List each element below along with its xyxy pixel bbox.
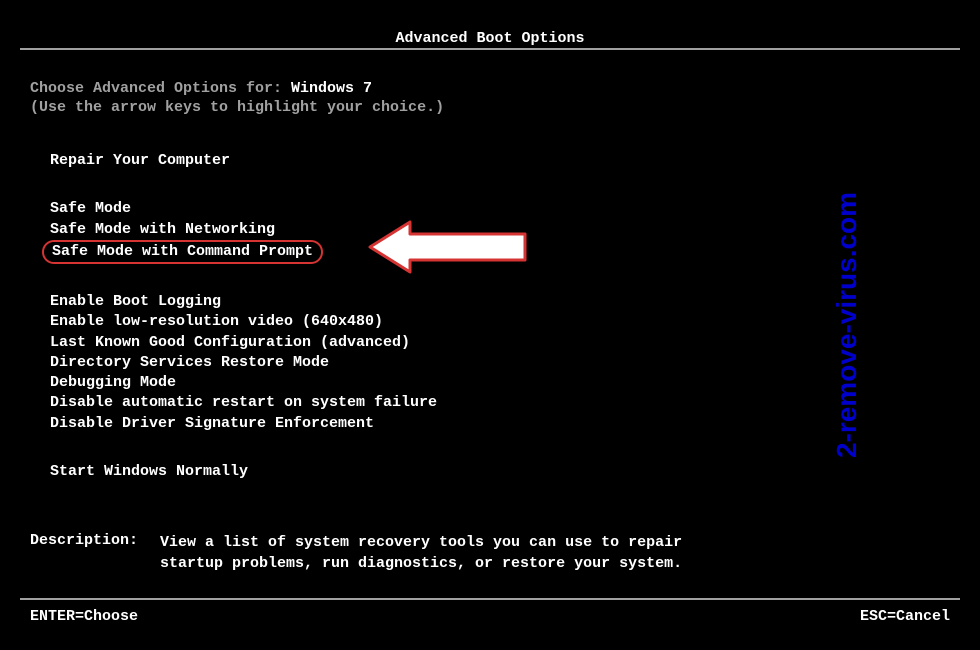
menu-item-directory-services[interactable]: Directory Services Restore Mode (50, 353, 329, 373)
menu-item-last-known-good[interactable]: Last Known Good Configuration (advanced) (50, 333, 410, 353)
description-block: Description: View a list of system recov… (30, 532, 950, 574)
menu-item-safe-mode[interactable]: Safe Mode (50, 199, 131, 219)
menu-group-safemode: Safe Mode Safe Mode with Networking Safe… (50, 199, 950, 264)
menu-item-repair-computer[interactable]: Repair Your Computer (50, 151, 230, 171)
menu-item-safe-mode-networking[interactable]: Safe Mode with Networking (50, 220, 275, 240)
title-divider (20, 48, 960, 50)
menu-group-repair: Repair Your Computer (50, 151, 950, 171)
esc-hint: ESC=Cancel (860, 608, 950, 625)
bottom-bar: ENTER=Choose ESC=Cancel (30, 608, 950, 625)
description-text: View a list of system recovery tools you… (160, 532, 710, 574)
enter-hint: ENTER=Choose (30, 608, 138, 625)
menu-item-debugging-mode[interactable]: Debugging Mode (50, 373, 176, 393)
menu-item-safe-mode-command-prompt[interactable]: Safe Mode with Command Prompt (42, 240, 323, 264)
page-title: Advanced Boot Options (0, 30, 980, 47)
hint-text: (Use the arrow keys to highlight your ch… (30, 99, 950, 116)
bottom-divider (20, 598, 960, 600)
menu-item-disable-driver-signature[interactable]: Disable Driver Signature Enforcement (50, 414, 374, 434)
description-label: Description: (30, 532, 160, 574)
choose-prompt: Choose Advanced Options for: Windows 7 (30, 80, 950, 97)
windows-version: Windows 7 (291, 80, 372, 97)
menu-group-advanced: Enable Boot Logging Enable low-resolutio… (50, 292, 950, 434)
watermark: 2-remove-virus.com (831, 192, 863, 458)
menu-item-boot-logging[interactable]: Enable Boot Logging (50, 292, 221, 312)
menu-item-low-res-video[interactable]: Enable low-resolution video (640x480) (50, 312, 383, 332)
menu-item-start-normally[interactable]: Start Windows Normally (50, 462, 248, 482)
choose-prefix: Choose Advanced Options for: (30, 80, 291, 97)
menu-group-start: Start Windows Normally (50, 462, 950, 482)
menu-item-disable-auto-restart[interactable]: Disable automatic restart on system fail… (50, 393, 437, 413)
